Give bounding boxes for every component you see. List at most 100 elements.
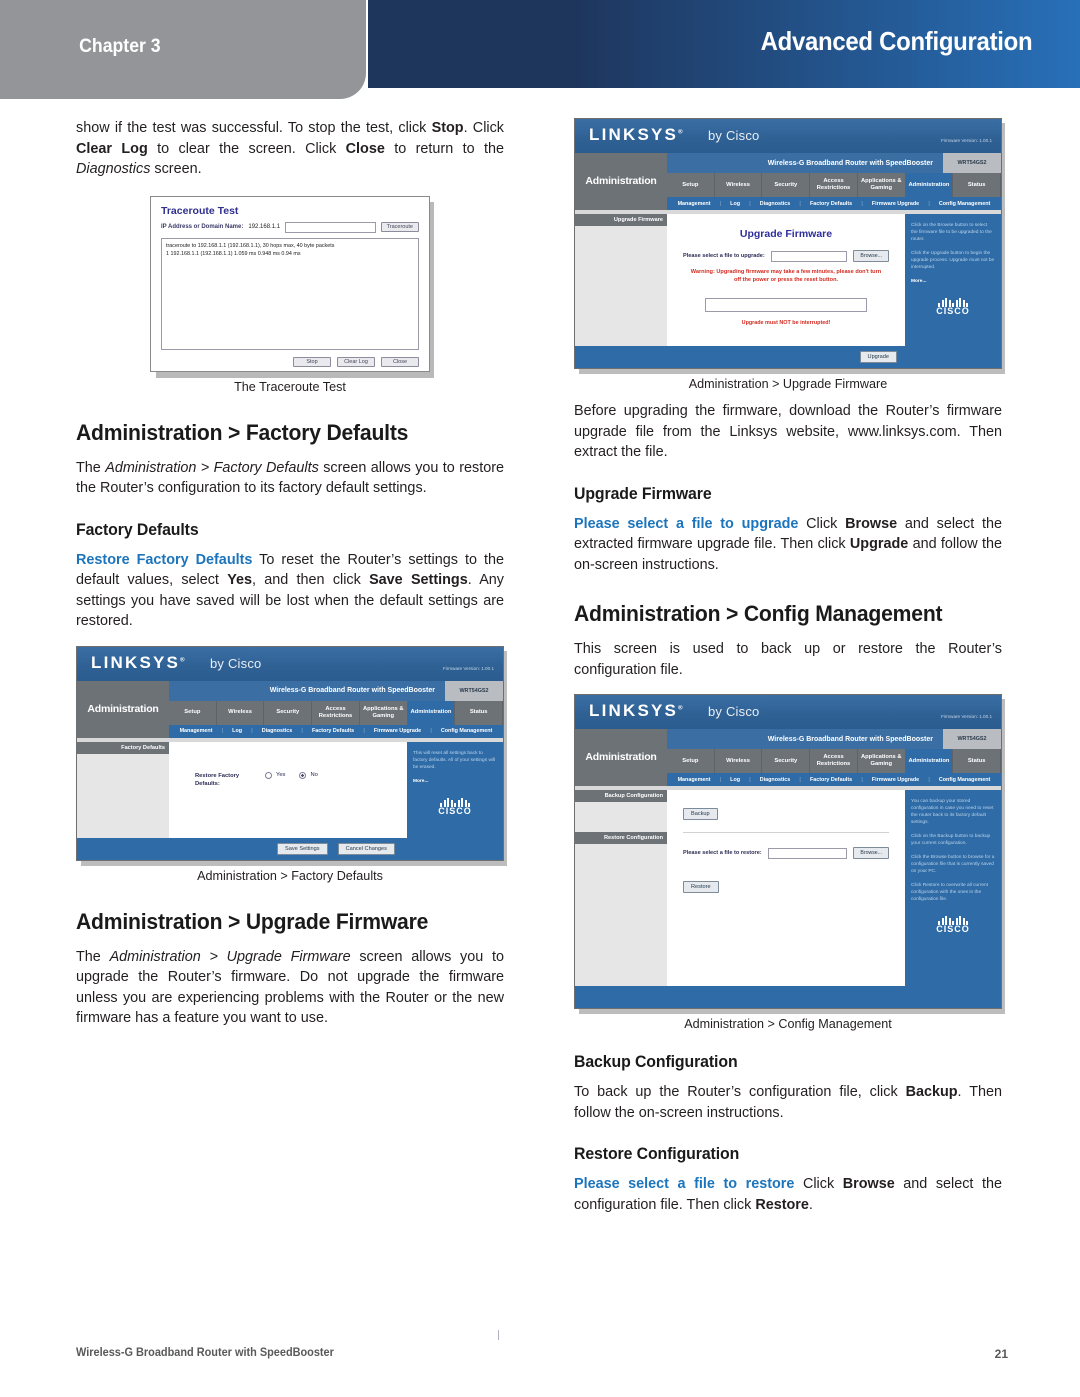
upgrade-button[interactable]: Upgrade bbox=[859, 351, 897, 363]
router-model-title: Wireless-G Broadband Router with SpeedBo… bbox=[767, 159, 933, 167]
subtab-management[interactable]: Management bbox=[678, 201, 711, 207]
router-ui-help-panel: Click on the Browse button to select the… bbox=[905, 214, 1001, 346]
subtab-firmware-upgrade[interactable]: Firmware Upgrade bbox=[374, 728, 421, 734]
subtab-firmware-upgrade[interactable]: Firmware Upgrade bbox=[872, 201, 919, 207]
traceroute-dialog-footer: Stop Clear Log Close bbox=[161, 356, 419, 367]
tab-wireless[interactable]: Wireless bbox=[217, 700, 265, 725]
cisco-logo-text: CISCO bbox=[936, 306, 970, 316]
tab-status[interactable]: Status bbox=[953, 749, 1001, 773]
text-frag: The bbox=[76, 948, 110, 965]
tab-security[interactable]: Security bbox=[762, 749, 811, 773]
subtab-divider: | bbox=[251, 728, 253, 734]
sidebar-item-upgrade-firmware: Upgrade Firmware bbox=[575, 214, 667, 226]
subtab-factory-defaults[interactable]: Factory Defaults bbox=[312, 728, 354, 734]
tab-access-restrictions[interactable]: Access Restrictions bbox=[810, 749, 858, 773]
save-settings-button[interactable]: Save Settings bbox=[277, 842, 328, 855]
text-bold-backup: Backup bbox=[905, 1084, 958, 1100]
footer-product-name: Wireless-G Broadband Router with SpeedBo… bbox=[76, 1347, 334, 1359]
router-section-label: Administration bbox=[87, 702, 159, 715]
restore-file-input[interactable] bbox=[767, 847, 848, 859]
tab-applications-gaming[interactable]: Applications & Gaming bbox=[858, 749, 906, 773]
tab-administration[interactable]: Administration bbox=[905, 173, 954, 197]
close-button[interactable]: Close bbox=[381, 356, 419, 367]
left-column: show if the test was successful. To stop… bbox=[76, 118, 507, 1029]
upgrade-file-input[interactable] bbox=[770, 250, 848, 262]
brand-text: LINKSYS bbox=[589, 125, 679, 144]
tab-access-restrictions[interactable]: Access Restrictions bbox=[312, 700, 360, 725]
text-bold-yes: Yes bbox=[227, 572, 253, 588]
linksys-logo: LINKSYS® bbox=[589, 125, 683, 145]
subtab-log[interactable]: Log bbox=[730, 201, 740, 207]
traceroute-button[interactable]: Traceroute bbox=[380, 222, 419, 232]
linksys-logo: LINKSYS® bbox=[589, 701, 683, 721]
subtab-diagnostics[interactable]: Diagnostics bbox=[262, 728, 293, 734]
subtab-divider: | bbox=[928, 200, 930, 207]
subtab-config-management[interactable]: Config Management bbox=[441, 728, 493, 734]
restore-button[interactable]: Restore bbox=[683, 881, 719, 893]
text-italic-path: Administration > Factory Defaults bbox=[105, 459, 319, 476]
tab-security[interactable]: Security bbox=[762, 173, 811, 197]
router-ui-help-panel: This will reset all settings back to fac… bbox=[407, 741, 503, 838]
page-header-band: Advanced Configuration bbox=[368, 0, 1080, 88]
router-ui-body: Upgrade Firmware Upgrade Firmware Please… bbox=[575, 214, 1001, 346]
router-model-title: Wireless-G Broadband Router with SpeedBo… bbox=[269, 687, 435, 694]
subtab-log[interactable]: Log bbox=[232, 728, 242, 734]
browse-button[interactable]: Browse... bbox=[853, 847, 889, 859]
subtab-config-management[interactable]: Config Management bbox=[939, 777, 991, 783]
router-ui-nav-column: Wireless-G Broadband Router with SpeedBo… bbox=[169, 680, 503, 738]
tab-security[interactable]: Security bbox=[264, 700, 313, 725]
radio-yes-icon[interactable] bbox=[265, 771, 272, 779]
subtab-management[interactable]: Management bbox=[678, 777, 711, 783]
tab-setup[interactable]: Setup bbox=[667, 173, 715, 197]
browse-button[interactable]: Browse... bbox=[853, 250, 889, 262]
subtab-factory-defaults[interactable]: Factory Defaults bbox=[810, 777, 852, 783]
subtab-log[interactable]: Log bbox=[730, 777, 740, 783]
router-ui-wrapper-config-management: LINKSYS® by Cisco Firmware Version: 1.00… bbox=[574, 694, 1005, 1014]
help-text: Click the Browse button to browse for a … bbox=[911, 855, 995, 874]
radio-option-yes[interactable]: Yes bbox=[265, 771, 285, 779]
radio-no-icon[interactable] bbox=[299, 771, 307, 779]
tab-setup[interactable]: Setup bbox=[169, 700, 217, 725]
text-frag: To back up the Router’s configuration fi… bbox=[574, 1084, 906, 1100]
subtab-diagnostics[interactable]: Diagnostics bbox=[760, 777, 791, 783]
text-frag: to clear the screen. Click bbox=[147, 140, 346, 157]
paragraph-restore-configuration: Please select a file to restore Click Br… bbox=[574, 1174, 1002, 1215]
accent-please-select-file-upgrade: Please select a file to upgrade bbox=[574, 515, 799, 532]
tab-status[interactable]: Status bbox=[953, 173, 1001, 197]
help-more-link[interactable]: More... bbox=[413, 778, 497, 785]
tab-wireless[interactable]: Wireless bbox=[715, 749, 763, 773]
cancel-changes-button[interactable]: Cancel Changes bbox=[337, 842, 395, 855]
tab-applications-gaming[interactable]: Applications & Gaming bbox=[360, 700, 408, 725]
tab-wireless[interactable]: Wireless bbox=[715, 173, 763, 197]
subtab-diagnostics[interactable]: Diagnostics bbox=[760, 201, 791, 207]
text-frag: to return to the bbox=[384, 140, 505, 157]
clear-log-button[interactable]: Clear Log bbox=[337, 356, 375, 367]
subtab-divider: | bbox=[749, 776, 751, 783]
tab-access-restrictions[interactable]: Access Restrictions bbox=[810, 173, 858, 197]
figure-traceroute-test: Traceroute Test IP Address or Domain Nam… bbox=[76, 195, 504, 394]
tab-applications-gaming[interactable]: Applications & Gaming bbox=[858, 173, 906, 197]
subtab-divider: | bbox=[799, 776, 801, 783]
tab-administration[interactable]: Administration bbox=[905, 749, 954, 773]
paragraph-backup-configuration: To back up the Router’s configuration fi… bbox=[574, 1082, 1002, 1123]
tab-status[interactable]: Status bbox=[455, 700, 503, 725]
router-ui-content-factory-defaults: Restore Factory Defaults: Yes No bbox=[169, 741, 407, 838]
subtab-divider: | bbox=[719, 200, 722, 207]
help-more-link[interactable]: More... bbox=[911, 278, 995, 285]
subtab-management[interactable]: Management bbox=[180, 728, 213, 734]
sidebar-item-restore-configuration: Restore Configuration bbox=[575, 832, 667, 844]
backup-button[interactable]: Backup bbox=[683, 808, 718, 820]
subtab-firmware-upgrade[interactable]: Firmware Upgrade bbox=[872, 777, 919, 783]
tab-setup[interactable]: Setup bbox=[667, 749, 715, 773]
tab-administration[interactable]: Administration bbox=[407, 700, 456, 725]
router-subtab-bar: Management | Log | Diagnostics | Factory… bbox=[667, 197, 1001, 210]
subtab-config-management[interactable]: Config Management bbox=[939, 201, 991, 207]
subtab-divider: | bbox=[799, 200, 801, 207]
traceroute-address-input[interactable] bbox=[285, 221, 376, 233]
by-cisco-text: by Cisco bbox=[708, 128, 760, 143]
stop-button[interactable]: Stop bbox=[293, 356, 331, 367]
radio-option-no[interactable]: No bbox=[299, 771, 318, 779]
chapter-label: Chapter 3 bbox=[79, 36, 161, 57]
subtab-factory-defaults[interactable]: Factory Defaults bbox=[810, 201, 852, 207]
router-model-number: WRT54GS2 bbox=[445, 680, 503, 701]
